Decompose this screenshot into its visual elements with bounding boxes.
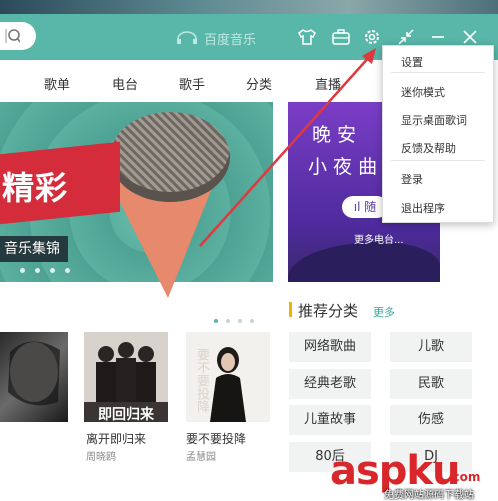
menu-item-settings[interactable]: 设置	[401, 54, 423, 70]
menu-item-login[interactable]: 登录	[401, 171, 423, 187]
watermark-subtitle: 免费网站源码下载站	[384, 490, 474, 501]
menu-item-desktop-lyrics[interactable]: 显示桌面歌词	[401, 112, 467, 128]
watermark-suffix: .com	[448, 470, 481, 484]
menu-divider	[391, 160, 485, 161]
menu-item-mini-mode[interactable]: 迷你模式	[401, 84, 445, 100]
menu-item-feedback[interactable]: 反馈及帮助	[401, 140, 456, 156]
menu-divider	[391, 72, 485, 73]
settings-dropdown-menu: 设置 迷你模式 显示桌面歌词 反馈及帮助 登录 退出程序	[382, 45, 494, 223]
menu-item-exit[interactable]: 退出程序	[401, 200, 445, 216]
